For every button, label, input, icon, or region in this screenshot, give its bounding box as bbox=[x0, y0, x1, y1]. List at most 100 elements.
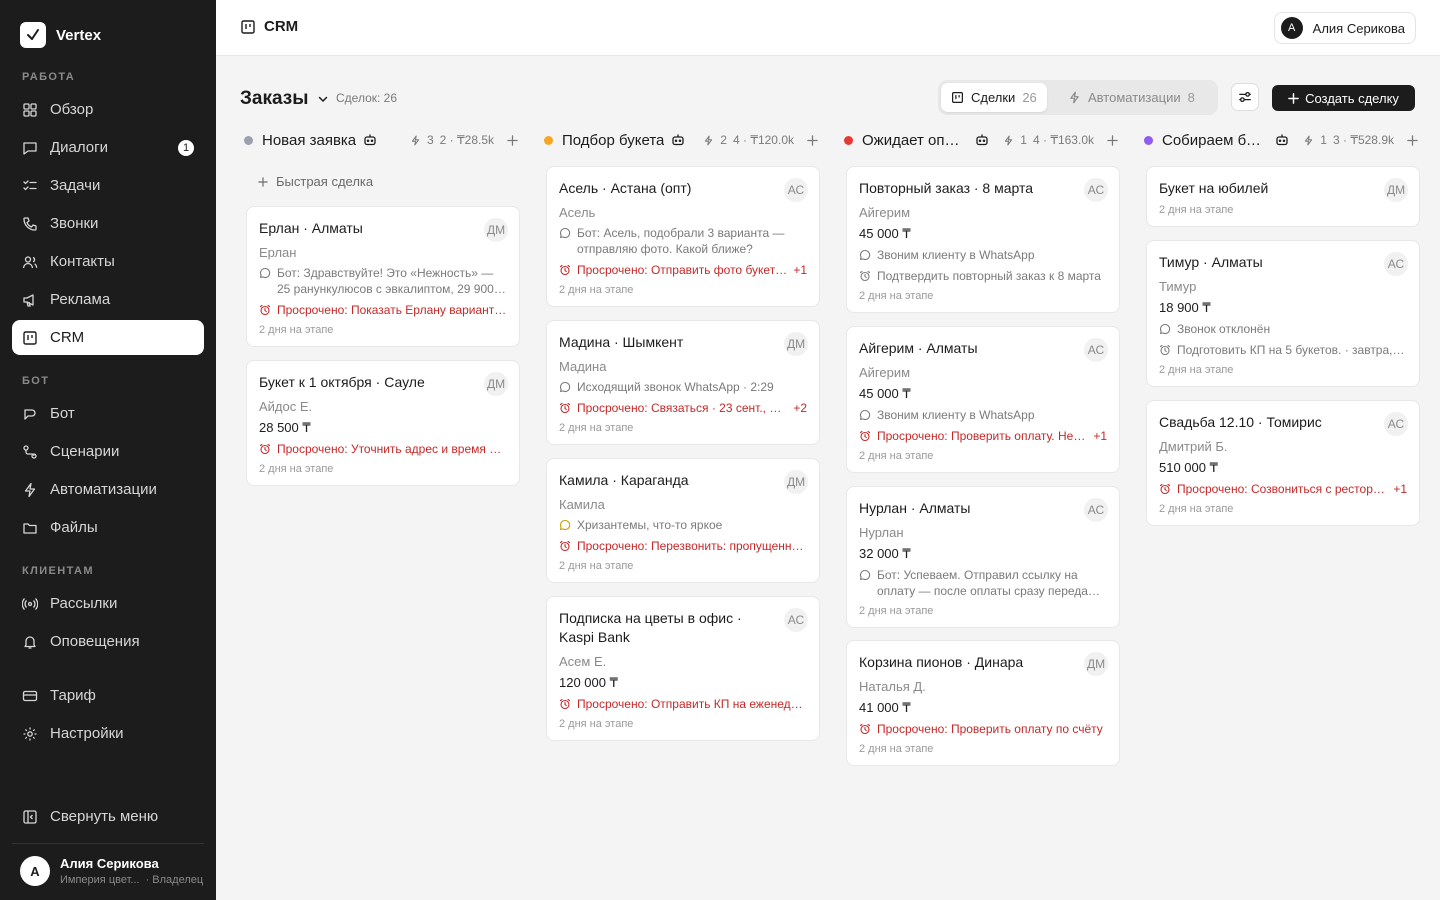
sidebar-item-calls[interactable]: Звонки bbox=[12, 206, 204, 241]
bot-icon[interactable] bbox=[363, 133, 377, 147]
sidebar-item-tasks[interactable]: Задачи bbox=[12, 168, 204, 203]
column-header[interactable]: Собираем букет 1 3 · ₸528.9k bbox=[1140, 130, 1420, 150]
column-header[interactable]: Новая заявка 3 2 · ₸28.5k bbox=[240, 130, 520, 150]
stage-summary: 4 · ₸120.0k bbox=[732, 133, 794, 147]
time-in-stage: 2 дня на этапе bbox=[559, 718, 634, 730]
sidebar-item-ads[interactable]: Реклама bbox=[12, 282, 204, 317]
time-in-stage: 2 дня на этапе bbox=[1159, 503, 1234, 515]
stage-automation-count: 1 bbox=[1020, 133, 1027, 147]
quick-deal-button[interactable]: Быстрая сделка bbox=[258, 174, 373, 189]
sidebar-item-overview[interactable]: Обзор bbox=[12, 92, 204, 127]
sidebar-item-settings[interactable]: Настройки bbox=[12, 716, 204, 751]
add-deal-to-stage-button[interactable] bbox=[504, 132, 520, 148]
deal-title: Свадьба 12.10 · Томирис bbox=[1159, 414, 1322, 430]
deal-card[interactable]: Тимур · Алматы АС Тимур 18 900 ₸ Звонок откл… bbox=[1146, 240, 1420, 387]
plus-icon bbox=[1288, 92, 1299, 104]
deal-card[interactable]: Нурлан · Алматы АС Нурлан 32 000 ₸ Бот: Успе… bbox=[846, 486, 1120, 628]
stage-summary: 4 · ₸163.0k bbox=[1032, 133, 1094, 147]
alarm-clock-icon bbox=[559, 540, 571, 552]
deal-title: Повторный заказ · 8 марта bbox=[859, 180, 1034, 196]
sidebar-item-automations[interactable]: Автоматизации bbox=[12, 472, 204, 507]
sidebar-item-broadcasts[interactable]: Рассылки bbox=[12, 586, 204, 621]
sidebar-item-label: Оповещения bbox=[50, 633, 140, 650]
deal-card[interactable]: Букет на юбилей ДМ 2 дня на этапе bbox=[1146, 166, 1420, 227]
chat-bubble-icon bbox=[859, 409, 871, 421]
alarm-clock-icon bbox=[1159, 344, 1171, 356]
more-tasks-count: +1 bbox=[793, 263, 807, 277]
bell-icon bbox=[24, 635, 36, 649]
deal-card[interactable]: Свадьба 12.10 · Томирис АС Дмитрий Б. 510 0… bbox=[1146, 400, 1420, 526]
deal-contact: Мадина bbox=[559, 359, 607, 374]
column-header[interactable]: Ожидает оплаты 1 4 · ₸163.0k bbox=[840, 130, 1120, 150]
add-deal-to-stage-button[interactable] bbox=[804, 132, 820, 148]
stage-name: Подбор букета bbox=[562, 131, 665, 149]
deal-card[interactable]: Букет к 1 октября · Сауле ДМ Айдос Е. 28 50… bbox=[246, 360, 520, 486]
assignee-avatar[interactable]: АС bbox=[1384, 252, 1408, 276]
sidebar-item-label: Диалоги bbox=[50, 139, 108, 156]
deal-amount: 45 000 ₸ bbox=[859, 386, 911, 401]
assignee-avatar[interactable]: АС bbox=[1384, 412, 1408, 436]
assignee-avatar[interactable]: АС bbox=[1084, 178, 1108, 202]
tab-automations[interactable]: Автоматизации 8 bbox=[1058, 83, 1205, 112]
assignee-avatar[interactable]: ДМ bbox=[784, 332, 808, 356]
deal-title: Камила · Караганда bbox=[559, 472, 689, 488]
sidebar-item-label: CRM bbox=[50, 329, 85, 346]
stage-name: Собираем букет bbox=[1162, 131, 1268, 149]
deal-card[interactable]: Айгерим · Алматы АС Айгерим 45 000 ₸ Звоним … bbox=[846, 326, 1120, 473]
chat-bubble-icon bbox=[559, 381, 571, 393]
deal-card[interactable]: Ерлан · Алматы ДМ Ерлан Бот: Здравствуйте! … bbox=[246, 206, 520, 347]
deal-card[interactable]: Асель · Астана (опт) АС Асель Бот: Асель, п… bbox=[546, 166, 820, 307]
time-in-stage: 2 дня на этапе bbox=[259, 324, 334, 336]
sidebar-item-tariff[interactable]: Тариф bbox=[12, 678, 204, 713]
assignee-avatar[interactable]: ДМ bbox=[484, 218, 508, 242]
sidebar-item-scenarios[interactable]: Сценарии bbox=[12, 434, 204, 469]
column-header[interactable]: Подбор букета 2 4 · ₸120.0k bbox=[540, 130, 820, 150]
sidebar-item-files[interactable]: Файлы bbox=[12, 510, 204, 545]
deal-contact: Айгерим bbox=[859, 205, 911, 220]
assignee-avatar[interactable]: ДМ bbox=[484, 372, 508, 396]
deal-card[interactable]: Корзина пионов · Динара ДМ Наталья Д. 41 00… bbox=[846, 640, 1120, 766]
last-message-text: Звонок отклонён bbox=[1177, 322, 1271, 336]
assignee-avatar[interactable]: АС bbox=[784, 178, 808, 202]
deal-amount: 18 900 ₸ bbox=[1159, 300, 1211, 315]
page-title[interactable]: Заказы bbox=[240, 88, 330, 110]
assignee-avatar[interactable]: АС bbox=[1084, 498, 1108, 522]
filter-settings-button[interactable] bbox=[1231, 83, 1259, 111]
sidebar-item-crm[interactable]: CRM bbox=[12, 320, 204, 355]
assignee-avatar[interactable]: ДМ bbox=[1384, 178, 1408, 202]
add-deal-to-stage-button[interactable] bbox=[1104, 132, 1120, 148]
assignee-avatar[interactable]: АС bbox=[1084, 338, 1108, 362]
assignee-avatar[interactable]: ДМ bbox=[784, 470, 808, 494]
deal-amount: 32 000 ₸ bbox=[859, 546, 911, 561]
create-deal-button[interactable]: Создать сделку bbox=[1272, 85, 1415, 111]
deal-title: Нурлан · Алматы bbox=[859, 500, 971, 516]
alarm-clock-icon bbox=[559, 264, 571, 276]
broadcast-icon bbox=[22, 597, 38, 610]
tab-deals[interactable]: Сделки 26 bbox=[941, 83, 1047, 112]
sidebar-item-bot[interactable]: Бот bbox=[12, 396, 204, 431]
overdue-task-text: Просрочено: Показать Ерлану варианты бук… bbox=[277, 303, 507, 317]
deal-card[interactable]: Мадина · Шымкент ДМ Мадина Исходящий звонок… bbox=[546, 320, 820, 445]
deal-card[interactable]: Подписка на цветы в офис · Kaspi Bank АС А… bbox=[546, 596, 820, 741]
sidebar-item-dialogs[interactable]: Диалоги 1 bbox=[12, 130, 204, 165]
last-message: Бот: Асель, подобрали 3 варианта — отпра… bbox=[559, 225, 807, 257]
profile-role: · Владелец bbox=[145, 874, 204, 886]
bolt-icon bbox=[705, 135, 713, 145]
deal-card[interactable]: Камила · Караганда ДМ Камила Хризантемы, чт… bbox=[546, 458, 820, 583]
deal-card[interactable]: Повторный заказ · 8 марта АС Айгерим 45 000… bbox=[846, 166, 1120, 313]
assignee-avatar[interactable]: ДМ bbox=[1084, 652, 1108, 676]
last-message: Звоним клиенту в WhatsApp bbox=[859, 407, 1107, 423]
sidebar-item-notifications[interactable]: Оповещения bbox=[12, 624, 204, 659]
deal-title: Ерлан · Алматы bbox=[259, 220, 363, 236]
profile[interactable]: А Алия Серикова Империя цвет... · Владеле… bbox=[20, 856, 203, 886]
assignee-avatar[interactable]: АС bbox=[784, 608, 808, 632]
sidebar-item-contacts[interactable]: Контакты bbox=[12, 244, 204, 279]
user-menu-button[interactable]: А Алия Серикова bbox=[1273, 12, 1416, 44]
bot-icon[interactable] bbox=[671, 133, 685, 147]
add-deal-to-stage-button[interactable] bbox=[1404, 132, 1420, 148]
collapse-menu-button[interactable]: Свернуть меню bbox=[12, 799, 204, 834]
bot-icon[interactable] bbox=[1275, 133, 1289, 147]
last-message: Хризантемы, что-то яркое bbox=[559, 517, 807, 533]
brand[interactable]: Vertex bbox=[20, 22, 101, 48]
bot-icon[interactable] bbox=[975, 133, 989, 147]
